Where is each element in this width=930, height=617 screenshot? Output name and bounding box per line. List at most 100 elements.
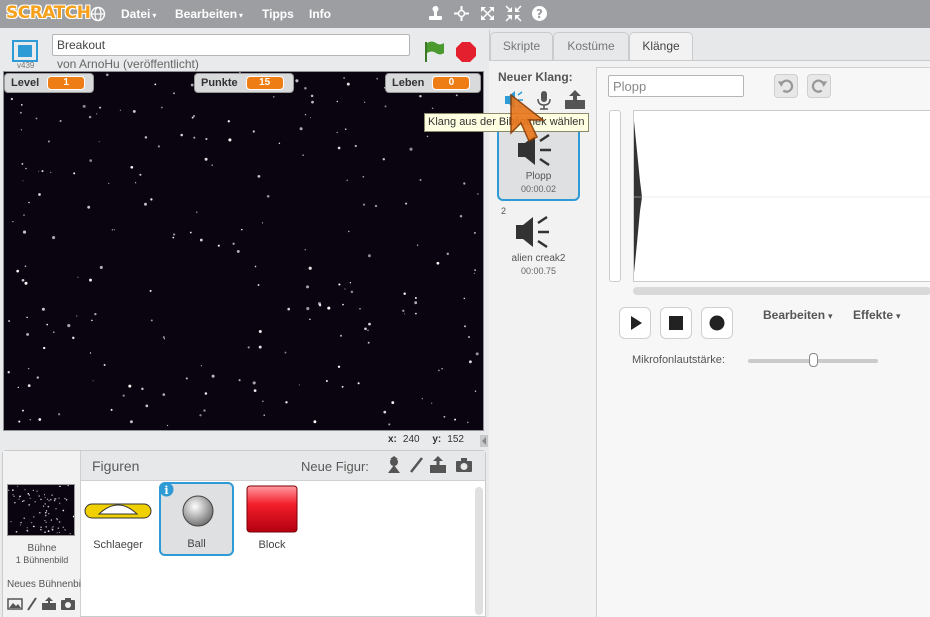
menu-about[interactable]: Info (309, 7, 331, 21)
star (48, 513, 50, 515)
waveform-scroll-handle[interactable] (609, 110, 621, 282)
paint-brush-icon[interactable] (407, 456, 425, 474)
help-icon[interactable]: ? (531, 5, 548, 22)
sound-edit-menu[interactable]: Bearbeiten ▾ (763, 308, 833, 322)
star (376, 77, 379, 80)
star (189, 231, 192, 234)
star (414, 301, 418, 305)
star (98, 141, 100, 143)
star (72, 515, 75, 518)
star (419, 178, 422, 182)
tab-sounds[interactable]: Klänge (629, 32, 693, 61)
stage-thumbnail-column: Bühne 1 Bühnenbild Neues Bühnenbild: (3, 451, 81, 617)
project-title-input[interactable] (52, 34, 410, 56)
fullscreen-icon[interactable] (12, 40, 38, 62)
star (26, 527, 28, 529)
star (91, 319, 93, 322)
monitor-points[interactable]: Punkte 15 (194, 73, 294, 93)
upload-icon[interactable] (41, 597, 57, 611)
star (273, 96, 275, 98)
star (55, 497, 57, 500)
upload-icon[interactable] (429, 456, 447, 474)
camera-icon[interactable] (455, 456, 473, 474)
star (27, 492, 30, 495)
sound-item-alien-creak2[interactable]: alien creak2 00:00.75 (497, 209, 580, 285)
menu-edit[interactable]: Bearbeiten ▾ (175, 7, 243, 21)
tab-costumes[interactable]: Kostüme (553, 32, 629, 60)
star (24, 265, 27, 268)
shrink-icon[interactable] (505, 5, 522, 22)
globe-icon[interactable] (90, 6, 106, 22)
stage-thumbnail[interactable] (7, 484, 75, 536)
star (421, 398, 423, 400)
star (44, 494, 46, 496)
waveform-view[interactable] (633, 110, 930, 282)
star (474, 269, 477, 272)
star (20, 104, 23, 106)
star (145, 404, 149, 408)
star (94, 312, 97, 316)
info-icon[interactable]: i (159, 482, 174, 497)
star (374, 204, 378, 208)
star (8, 320, 11, 322)
sprite-list-scrollbar[interactable] (475, 487, 483, 615)
star (119, 109, 121, 111)
waveform-graphic (634, 121, 930, 273)
stop-button[interactable] (660, 307, 692, 339)
record-button[interactable] (701, 307, 733, 339)
monitor-lives[interactable]: Leben 0 (385, 73, 481, 93)
sprite-name: Ball (187, 538, 206, 550)
star (252, 130, 255, 133)
star (468, 336, 470, 338)
star (443, 415, 446, 418)
stop-icon[interactable] (455, 41, 477, 63)
backdrop-library-icon[interactable] (7, 597, 23, 611)
star (134, 182, 137, 184)
cut-scissors-icon[interactable] (453, 5, 470, 22)
block-sprite-image (246, 485, 298, 533)
scratch-logo[interactable]: SCRATCH (6, 3, 91, 23)
microphone-volume-knob[interactable] (808, 353, 818, 367)
star (295, 79, 299, 83)
star (337, 146, 341, 150)
duplicate-stamp-icon[interactable] (427, 5, 444, 22)
star (278, 142, 281, 145)
play-button[interactable] (619, 307, 651, 339)
undo-icon[interactable] (774, 74, 798, 98)
star (337, 365, 341, 368)
redo-icon[interactable] (807, 74, 831, 98)
star (346, 179, 348, 182)
star (211, 164, 213, 166)
collapse-stage-icon[interactable] (480, 435, 488, 447)
star (336, 100, 339, 103)
star (193, 136, 196, 139)
camera-icon[interactable] (60, 597, 76, 611)
star (415, 312, 417, 315)
star (475, 352, 479, 356)
sprite-library-icon[interactable] (385, 456, 403, 474)
sound-name-input[interactable] (608, 75, 744, 97)
star (21, 500, 24, 503)
star (27, 384, 31, 387)
star (431, 107, 434, 110)
sprite-card-schlaeger[interactable]: Schlaeger (83, 484, 153, 555)
paint-brush-icon[interactable] (26, 597, 38, 611)
star (403, 292, 406, 295)
green-flag-icon[interactable] (422, 40, 446, 64)
stage[interactable]: Level 1 Punkte 15 Leben 0 (3, 71, 484, 431)
tab-scripts[interactable]: Skripte (490, 32, 553, 60)
sprite-card-block[interactable]: Block (237, 484, 307, 555)
sound-effects-menu[interactable]: Effekte ▾ (853, 308, 901, 322)
menu-tips[interactable]: Tipps (262, 7, 294, 21)
new-backdrop-label: Neues Bühnenbild: (7, 579, 81, 590)
grow-icon[interactable] (479, 5, 496, 22)
star (44, 519, 46, 522)
upload-icon[interactable] (564, 89, 586, 111)
star (67, 324, 71, 328)
menu-file[interactable]: Datei ▾ (121, 7, 156, 21)
star (47, 140, 50, 143)
monitor-level[interactable]: Level 1 (4, 73, 94, 93)
waveform-scrollbar[interactable] (633, 287, 930, 295)
stage-backdrop-count: 1 Bühnenbild (15, 555, 69, 565)
star (157, 145, 161, 148)
